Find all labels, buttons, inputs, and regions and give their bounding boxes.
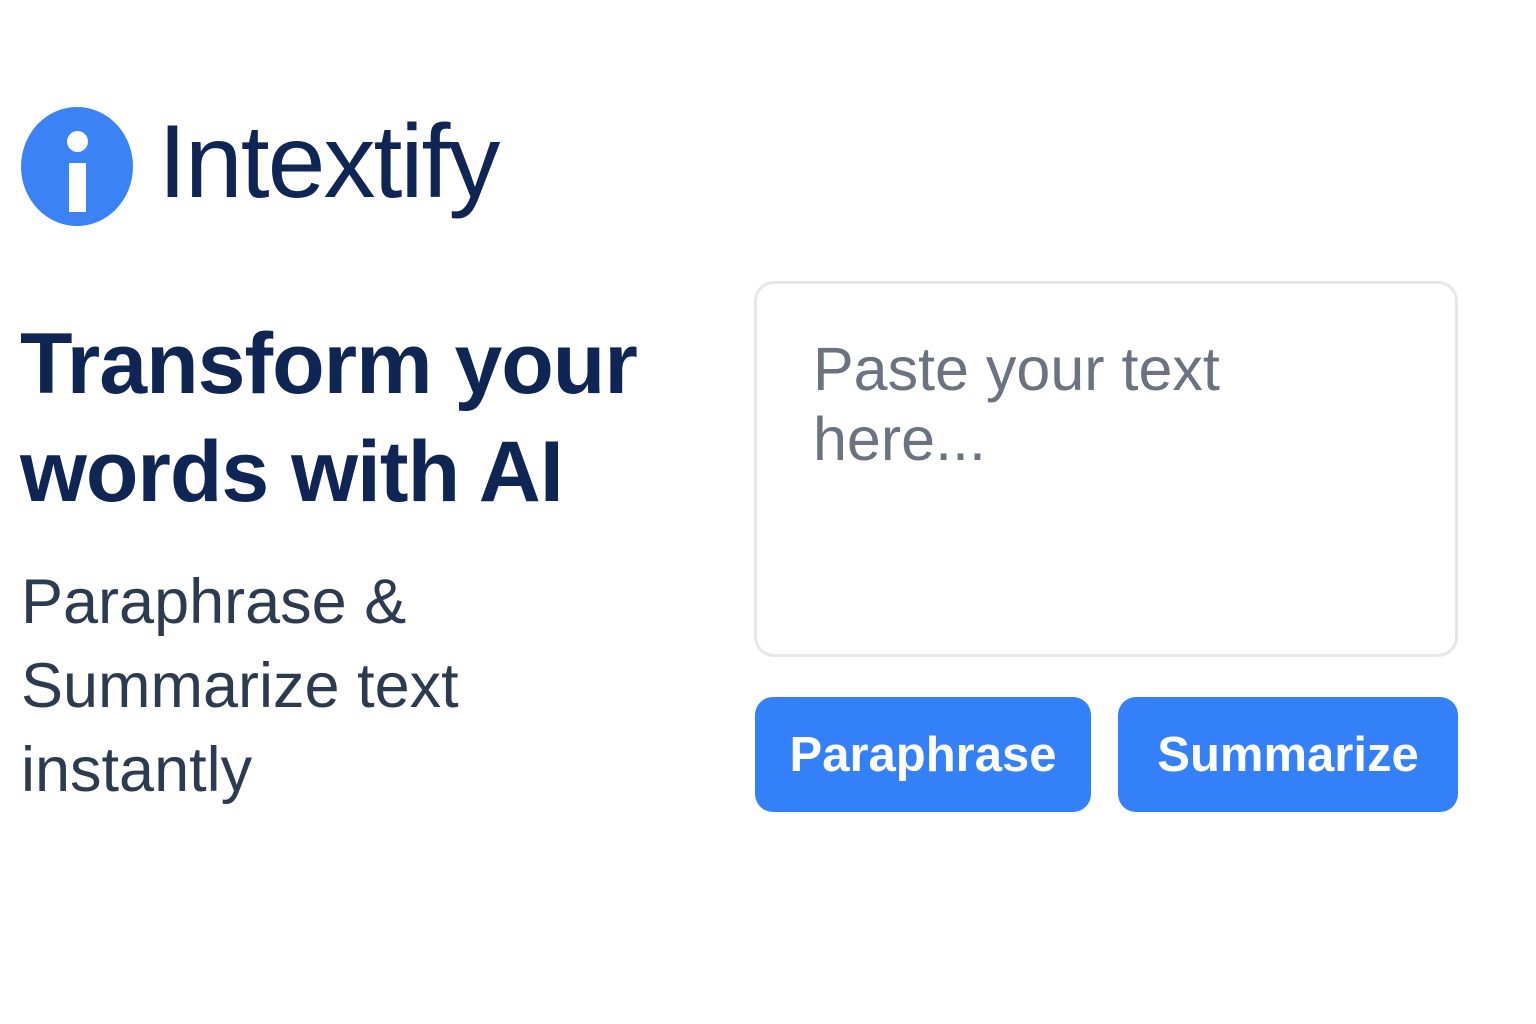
brand-logo: Intextify	[21, 103, 500, 226]
info-icon-dot	[67, 131, 88, 152]
brand-name: Intextify	[158, 103, 500, 220]
info-icon-stem	[69, 163, 86, 212]
info-icon	[21, 107, 133, 226]
hero-headline: Transform your words with AI	[20, 316, 638, 520]
paraphrase-button[interactable]: Paraphrase	[755, 697, 1091, 812]
hero-subtext: Paraphrase & Summarize text instantly	[21, 567, 459, 805]
text-input[interactable]	[754, 281, 1458, 657]
summarize-button[interactable]: Summarize	[1118, 697, 1458, 812]
landing-page: Intextify Transform your words with AI P…	[0, 0, 1536, 1024]
